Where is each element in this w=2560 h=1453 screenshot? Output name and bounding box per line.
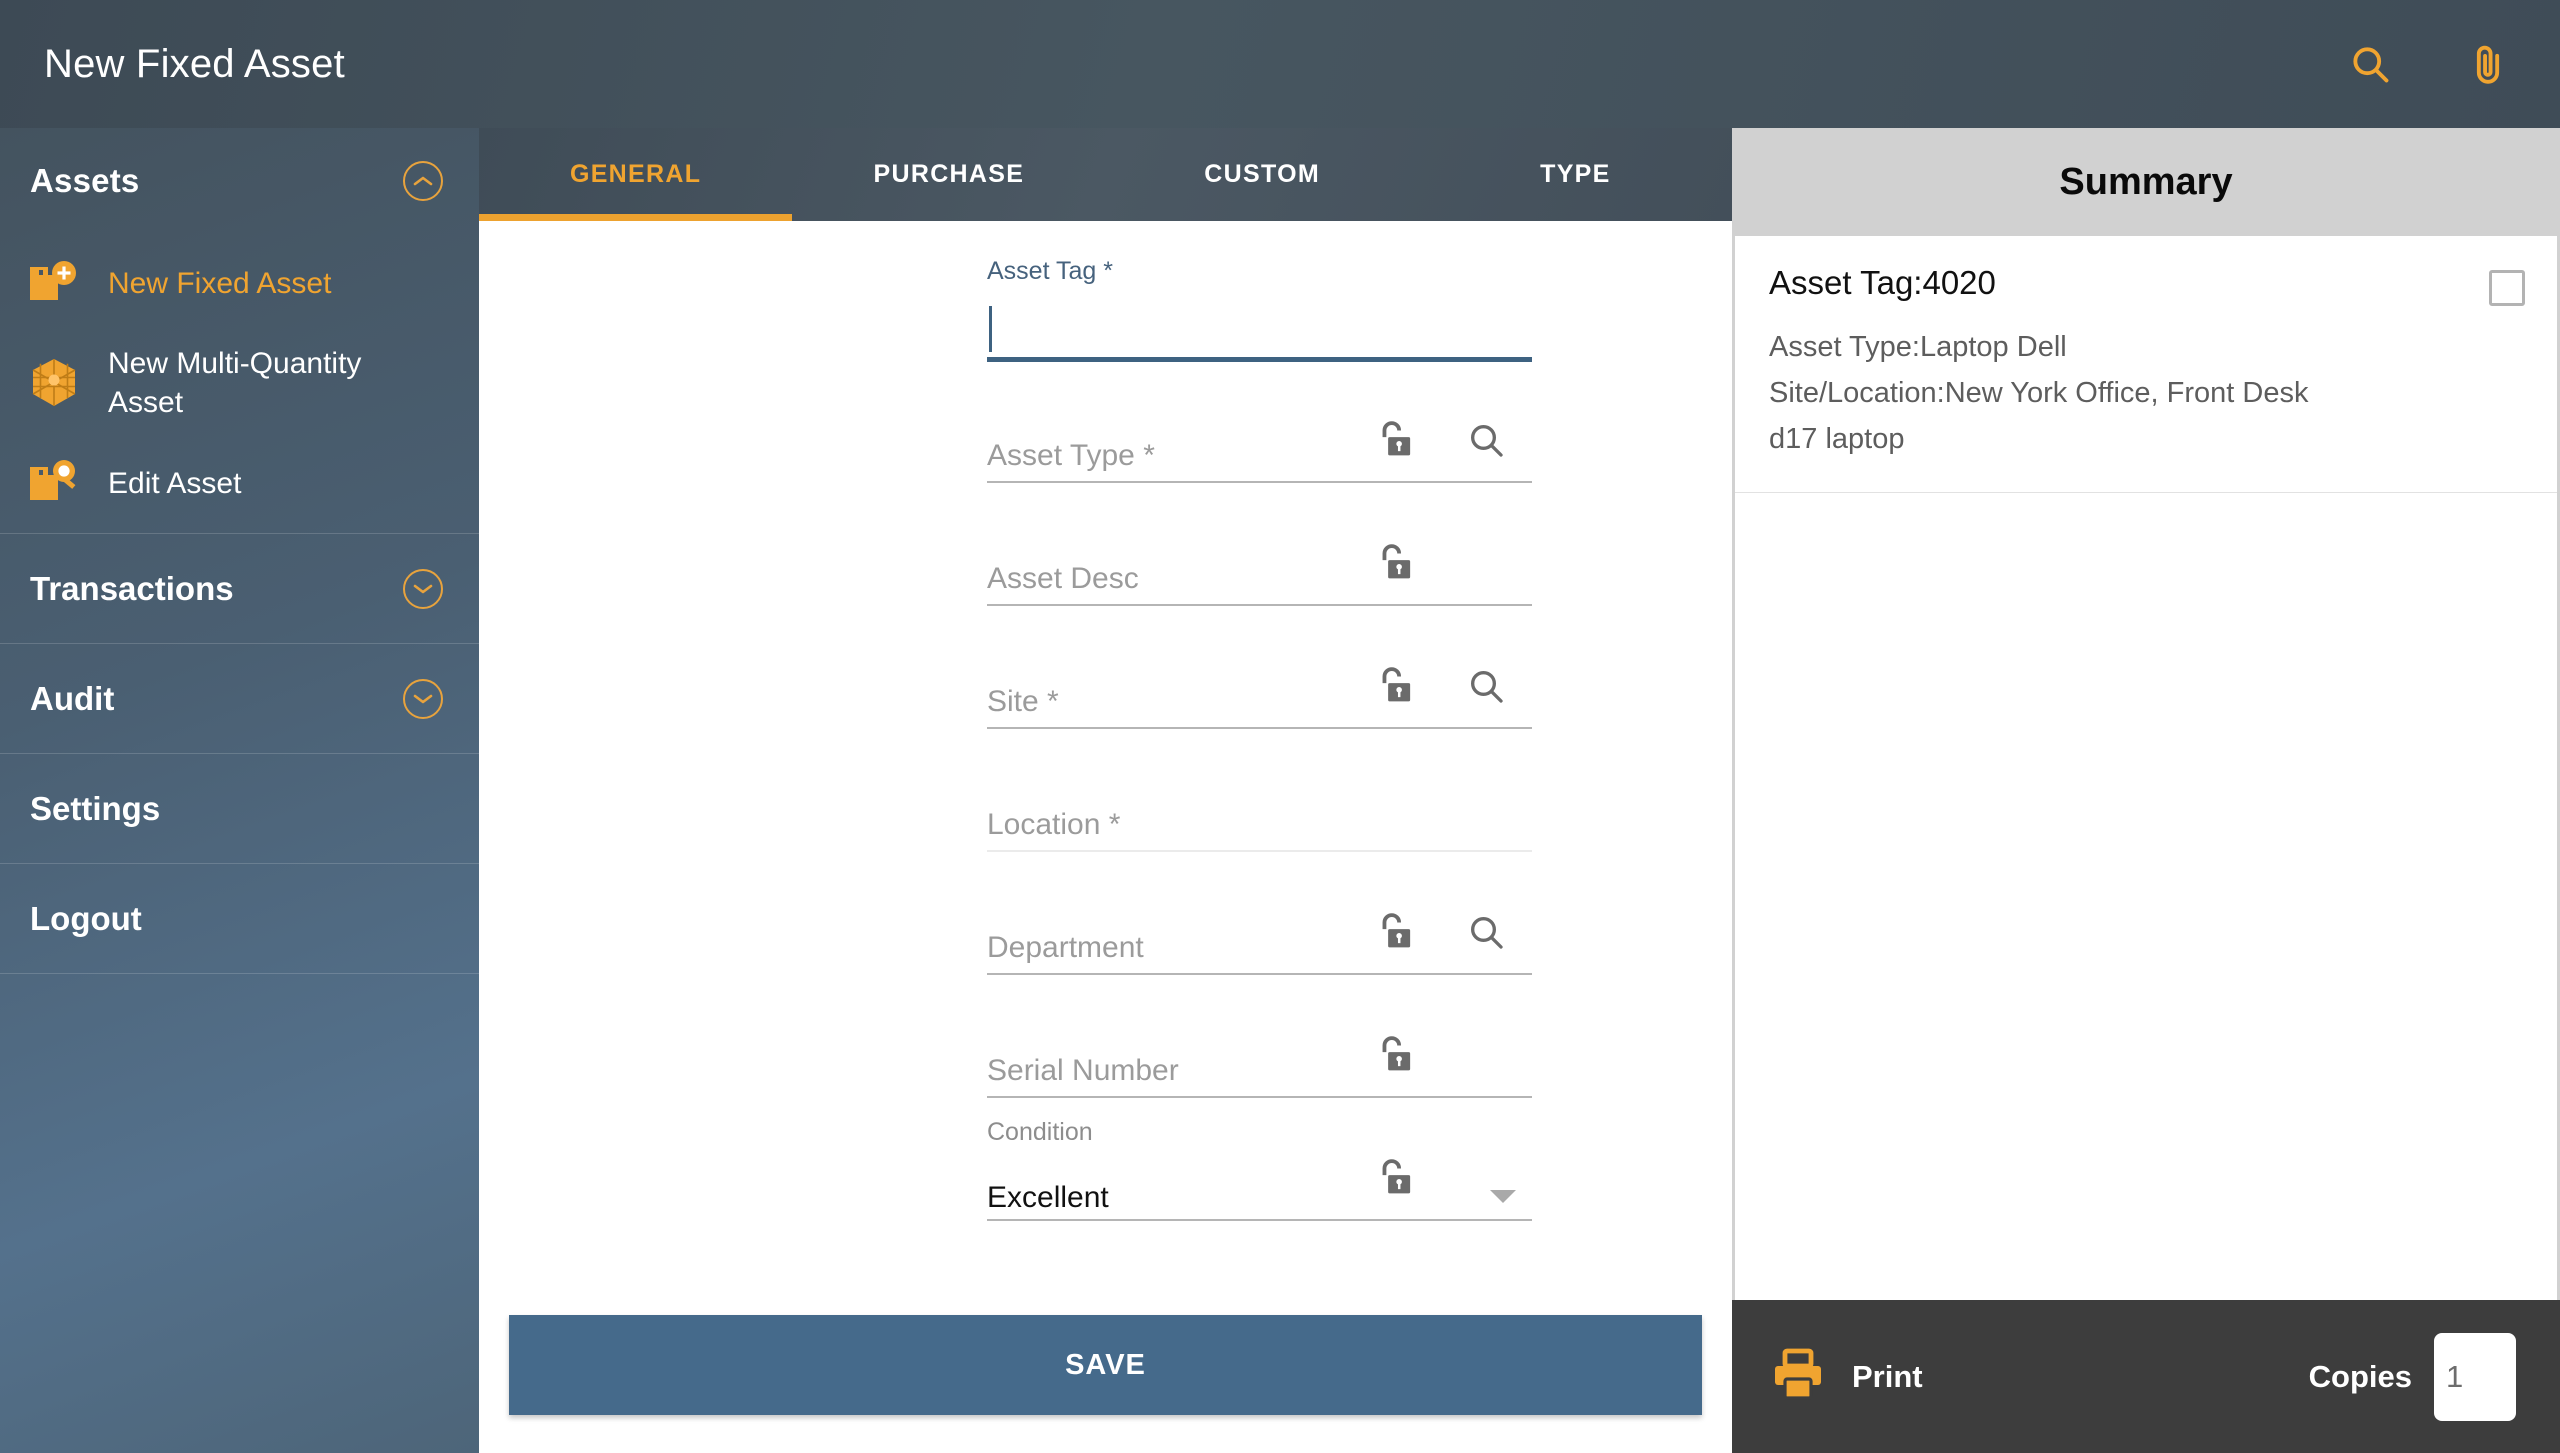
summary-item-asset-tag: Asset Tag:4020 xyxy=(1769,264,1996,301)
tab-label: TYPE xyxy=(1540,160,1611,188)
unlock-icon[interactable] xyxy=(1348,541,1440,585)
paperclip-icon[interactable] xyxy=(2460,36,2516,92)
field-label: Asset Tag * xyxy=(987,257,1114,285)
top-bar-actions xyxy=(2342,36,2516,92)
copies-label: Copies xyxy=(2308,1358,2412,1394)
field-underline xyxy=(987,357,1532,362)
copies-control: Copies xyxy=(2308,1332,2516,1421)
sidebar-filler xyxy=(0,973,479,1453)
field-adornments xyxy=(1348,1116,1532,1239)
app-root: New Fixed Asset Assets New Fixed Asset N… xyxy=(0,0,2560,1453)
tab-purchase[interactable]: PURCHASE xyxy=(792,128,1105,221)
tab-label: PURCHASE xyxy=(873,160,1025,188)
field-adornments xyxy=(1348,501,1532,624)
box-add-icon xyxy=(0,257,108,309)
sidebar-item-logout[interactable]: Logout xyxy=(0,863,479,973)
sidebar-item-label: Audit xyxy=(30,679,115,717)
field-underline xyxy=(987,850,1532,852)
summary-item[interactable]: Asset Tag:4020 Asset Type:Laptop Dell Si… xyxy=(1735,236,2557,493)
search-icon[interactable] xyxy=(1440,912,1532,952)
sidebar: Assets New Fixed Asset New Multi-Quantit… xyxy=(0,128,479,1453)
asset-desc-input[interactable]: Asset Desc xyxy=(987,562,1139,596)
tab-custom[interactable]: CUSTOM xyxy=(1106,128,1419,221)
text-caret xyxy=(989,306,992,352)
print-label: Print xyxy=(1852,1358,1923,1394)
field-adornments xyxy=(1348,624,1532,747)
site-input[interactable]: Site * xyxy=(987,685,1059,719)
tab-label: GENERAL xyxy=(569,160,702,188)
sidebar-item-edit-asset[interactable]: Edit Asset xyxy=(0,433,479,533)
unlock-icon[interactable] xyxy=(1348,910,1440,954)
search-icon[interactable] xyxy=(2342,36,2398,92)
tab-type[interactable]: TYPE xyxy=(1419,128,1732,221)
form-fields: Asset Tag * Asset Type * Asset Desc Site… xyxy=(479,221,1732,1315)
asset-type-input[interactable]: Asset Type * xyxy=(987,439,1155,473)
unlock-icon[interactable] xyxy=(1348,418,1440,462)
summary-panel: Summary Asset Tag:4020 Asset Type:Laptop… xyxy=(1732,128,2560,1453)
form-column: GENERAL PURCHASE CUSTOM TYPE Asset Tag * xyxy=(479,128,1732,1453)
search-icon[interactable] xyxy=(1440,420,1532,460)
tab-label: CUSTOM xyxy=(1204,160,1320,188)
save-bar: SAVE xyxy=(479,1315,1732,1453)
print-button[interactable]: Print xyxy=(1772,1347,1923,1406)
summary-header: Summary xyxy=(1732,128,2560,236)
department-input[interactable]: Department xyxy=(987,931,1144,965)
serial-number-input[interactable]: Serial Number xyxy=(987,1054,1179,1088)
top-app-bar: New Fixed Asset xyxy=(0,0,2560,128)
sidebar-item-new-multi-quantity-asset[interactable]: New Multi-Quantity Asset xyxy=(0,333,479,433)
summary-item-checkbox[interactable] xyxy=(2489,270,2525,306)
tab-general[interactable]: GENERAL xyxy=(479,128,793,221)
main-body: Assets New Fixed Asset New Multi-Quantit… xyxy=(0,128,2560,1453)
sidebar-item-label: Edit Asset xyxy=(108,466,242,500)
cube-icon xyxy=(0,356,108,410)
page-title: New Fixed Asset xyxy=(44,41,345,86)
field-condition: Condition Excellent xyxy=(479,1116,1732,1239)
sidebar-item-label: New Fixed Asset xyxy=(108,266,332,300)
field-department: Department xyxy=(479,870,1732,993)
save-button[interactable]: SAVE xyxy=(509,1315,1702,1415)
summary-item-description: d17 laptop xyxy=(1769,423,1905,455)
condition-select[interactable]: Excellent xyxy=(987,1181,1109,1215)
field-adornments xyxy=(1348,870,1532,993)
field-asset-desc: Asset Desc xyxy=(479,501,1732,624)
field-adornments xyxy=(1348,378,1532,501)
field-serial-number: Serial Number xyxy=(479,993,1732,1116)
copies-input[interactable] xyxy=(2434,1332,2516,1421)
chevron-up-icon[interactable] xyxy=(403,160,443,201)
sidebar-item-audit[interactable]: Audit xyxy=(0,643,479,753)
summary-list: Asset Tag:4020 Asset Type:Laptop Dell Si… xyxy=(1735,236,2557,1300)
sidebar-item-label: Transactions xyxy=(30,569,234,607)
printer-icon xyxy=(1772,1347,1824,1406)
sidebar-item-label: Settings xyxy=(30,789,161,827)
search-icon[interactable] xyxy=(1440,666,1532,706)
field-adornments xyxy=(1348,993,1532,1116)
summary-item-site-location: Site/Location:New York Office, Front Des… xyxy=(1769,377,2309,409)
chevron-down-icon[interactable] xyxy=(403,568,443,609)
summary-item-asset-type: Asset Type:Laptop Dell xyxy=(1769,331,2067,363)
field-location: Location * xyxy=(479,747,1732,870)
field-site: Site * xyxy=(479,624,1732,747)
form-tabs: GENERAL PURCHASE CUSTOM TYPE xyxy=(479,128,1732,221)
sidebar-item-label: New Multi-Quantity Asset xyxy=(108,347,362,419)
field-label: Condition xyxy=(987,1118,1093,1146)
location-input[interactable]: Location * xyxy=(987,808,1120,842)
unlock-icon[interactable] xyxy=(1348,1156,1440,1200)
field-asset-tag: Asset Tag * xyxy=(479,255,1732,378)
sidebar-item-settings[interactable]: Settings xyxy=(0,753,479,863)
sidebar-item-new-fixed-asset[interactable]: New Fixed Asset xyxy=(0,233,479,333)
sidebar-item-label: Logout xyxy=(30,899,142,937)
unlock-icon[interactable] xyxy=(1348,1033,1440,1077)
summary-title: Summary xyxy=(2059,160,2233,203)
print-bar: Print Copies xyxy=(1732,1300,2560,1453)
sidebar-item-transactions[interactable]: Transactions xyxy=(0,533,479,643)
sidebar-section-assets[interactable]: Assets xyxy=(0,128,479,233)
sidebar-section-assets-label: Assets xyxy=(30,161,140,199)
chevron-down-icon[interactable] xyxy=(403,678,443,719)
unlock-icon[interactable] xyxy=(1348,664,1440,708)
box-search-icon xyxy=(0,457,108,509)
field-asset-type: Asset Type * xyxy=(479,378,1732,501)
